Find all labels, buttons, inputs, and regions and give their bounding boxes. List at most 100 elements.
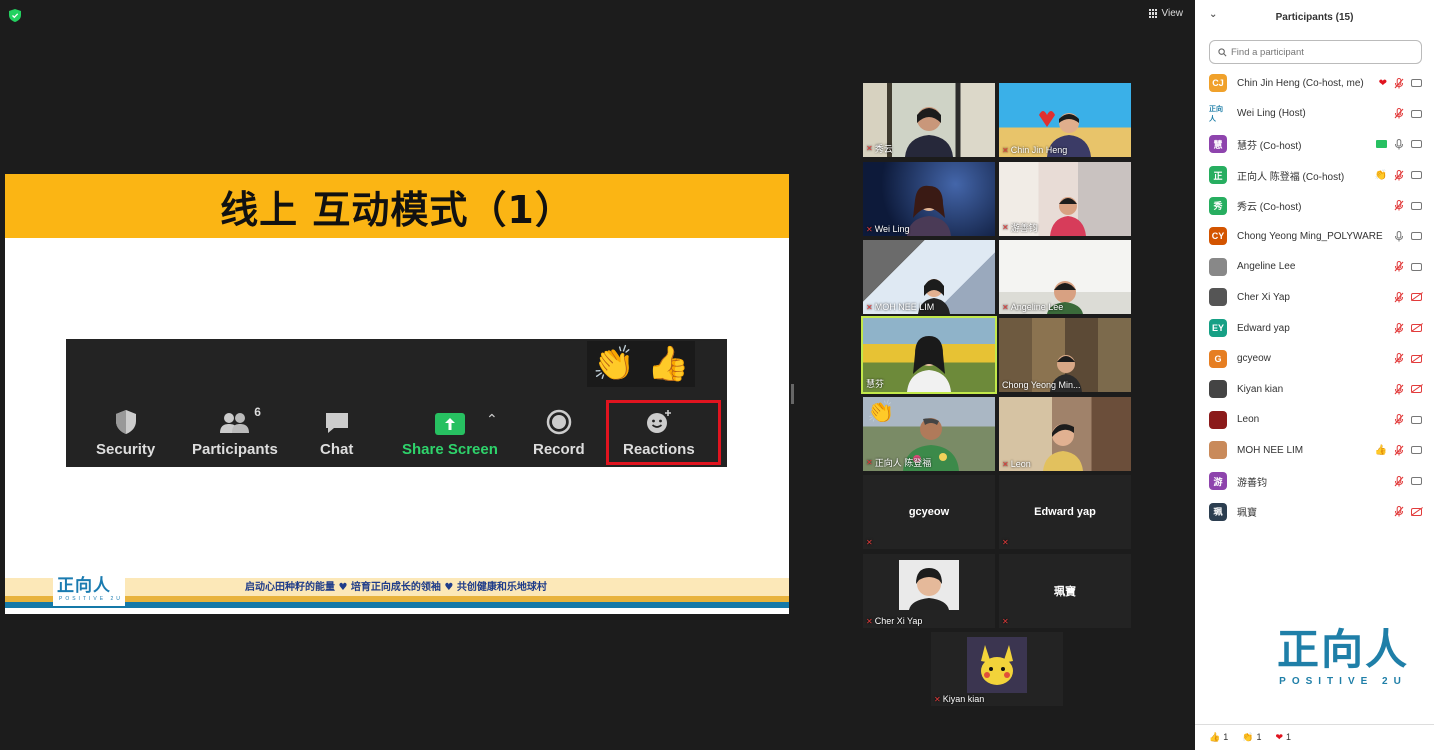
meeting-area: View 线上 互动模式（1） 👏 👍 Security 6 Participa… [0,0,1195,750]
view-button[interactable]: View [1148,8,1183,19]
reaction-count: ❤ 1 [1275,732,1291,743]
participant-name: 游善钧 [1237,477,1267,489]
video-tile[interactable]: ✕ Wei Ling [863,162,995,236]
camera-off-icon[interactable] [1411,385,1422,394]
video-tile-camera-off[interactable]: gcyeow ✕ [863,475,995,549]
muted-mic-icon: ✕ [1002,617,1009,626]
camera-icon[interactable] [1411,109,1422,118]
mic-muted-icon[interactable] [1394,444,1404,456]
video-name: 慧芬 [866,379,885,389]
video-tile-profile-photo[interactable]: ✕ Kiyan kian [931,632,1063,706]
mic-muted-icon[interactable] [1394,108,1404,119]
video-tile-camera-off[interactable]: 珮寶 ✕ [999,554,1131,628]
mic-muted-icon[interactable] [1394,353,1404,364]
video-tile[interactable]: ✕ Leon [999,397,1131,471]
camera-icon[interactable] [1411,171,1422,180]
participant-row[interactable]: Leon [1195,405,1434,436]
video-tile[interactable]: ✕ Angeline Lee [999,240,1131,314]
camera-off-icon[interactable] [1411,324,1422,333]
video-tile-profile-photo[interactable]: ✕ Cher Xi Yap [863,554,995,628]
participant-name: Chin Jin Heng (Co-host, me) [1237,77,1364,89]
camera-icon[interactable] [1411,262,1422,271]
video-tile[interactable]: ✕ Chin Jin Heng [999,83,1131,157]
video-name: 正向人 陈登福 [874,458,932,468]
participant-search-box[interactable] [1209,40,1422,64]
participant-row[interactable]: Ggcyeow [1195,343,1434,374]
camera-off-icon[interactable] [1411,293,1422,302]
security-label: Security [96,441,156,458]
video-tile[interactable]: ✕ 秀云 [863,83,995,157]
participant-row[interactable]: 正向人 Wei Ling (Host) [1195,99,1434,130]
camera-icon[interactable] [1411,446,1422,455]
mic-icon[interactable] [1394,138,1404,150]
video-tile-camera-off[interactable]: Edward yap ✕ [999,475,1131,549]
participant-avatar: CJ [1209,74,1227,93]
mic-muted-icon[interactable] [1394,383,1404,395]
participant-row[interactable]: 正正向人 陈登福 (Co-host) 👏 [1195,160,1434,191]
video-tile[interactable]: ✕ 游善钧 [999,162,1131,236]
video-tile[interactable]: ✕ MOH NEE LIM [863,240,995,314]
mic-muted-icon[interactable] [1394,414,1404,425]
camera-icon[interactable] [1411,477,1422,486]
mic-muted-icon[interactable] [1394,200,1404,211]
video-center-name: gcyeow [908,506,950,518]
participant-row[interactable]: Cher Xi Yap [1195,282,1434,313]
muted-mic-icon: ✕ [866,538,873,547]
video-tile[interactable]: Chong Yeong Min... [999,318,1131,392]
mic-muted-icon[interactable] [1394,261,1404,272]
reaction-emoji-popup: 👏 👍 [587,341,695,387]
mic-icon[interactable] [1394,230,1404,242]
video-name: MOH NEE LIM [874,302,935,312]
participant-row[interactable]: MOH NEE LIM 👍 [1195,435,1434,466]
video-tile[interactable]: 👏 ✕ 正向人 陈登福 [863,397,995,471]
participant-row[interactable]: CY Chong Yeong Ming_POLYWARE [1195,221,1434,252]
participant-row[interactable]: Kiyan kian [1195,374,1434,405]
camera-off-icon[interactable] [1411,354,1422,363]
participant-status-icons [1394,383,1422,395]
search-input[interactable] [1231,46,1411,58]
participant-avatar: 慧 [1209,135,1227,154]
camera-icon[interactable] [1411,415,1422,424]
mic-muted-icon[interactable] [1394,322,1404,334]
camera-off-icon[interactable] [1411,507,1422,516]
camera-icon[interactable] [1411,79,1422,88]
reaction-count: 👍 1 [1209,732,1228,743]
video-name-tag: ✕ Kiyan kian [934,694,984,704]
participant-status-icons [1394,230,1422,242]
mic-muted-icon[interactable] [1394,291,1404,303]
participant-status-icons [1394,506,1422,517]
video-name-tag: ✕ 游善钧 [1002,221,1038,234]
participant-row[interactable]: 珮珮寶 [1195,496,1434,527]
participant-avatar: 秀 [1209,196,1227,215]
participant-avatar: 珮 [1209,502,1227,521]
participant-avatar [1209,288,1227,307]
participant-row[interactable]: CJ Chin Jin Heng (Co-host, me) ❤ [1195,68,1434,99]
video-name-tag: ✕ [866,538,873,547]
participant-row[interactable]: 慧慧芬 (Co-host) [1195,129,1434,160]
mic-muted-icon[interactable] [1394,506,1404,517]
participant-status-icons [1394,475,1422,487]
muted-mic-icon: ✕ [934,694,941,704]
participant-row[interactable]: 秀秀云 (Co-host) [1195,190,1434,221]
participant-row[interactable]: 游游善钧 [1195,466,1434,497]
person-silhouette [905,107,953,157]
camera-icon[interactable] [1411,140,1422,149]
toolbar-share-screen: Share Screen [402,405,498,458]
mic-muted-icon[interactable] [1394,77,1404,89]
video-tile-active-speaker[interactable]: 慧芬 [861,316,997,394]
muted-mic-icon: ✕ [866,144,873,153]
mic-muted-icon[interactable] [1394,475,1404,487]
participant-name: Wei Ling (Host) [1237,108,1306,120]
muted-mic-icon: ✕ [1002,302,1009,312]
participant-row[interactable]: EY Edward yap [1195,313,1434,344]
camera-icon[interactable] [1411,232,1422,241]
camera-icon[interactable] [1411,201,1422,210]
participant-row[interactable]: Angeline Lee [1195,252,1434,283]
splitter-handle[interactable] [791,384,794,404]
participant-status-icons [1394,353,1422,364]
encryption-shield-icon[interactable] [9,9,21,22]
chevron-down-icon[interactable]: ⌄ [1209,9,1217,20]
chat-bubble-icon [325,413,348,433]
mic-muted-icon[interactable] [1394,169,1404,181]
slide-footer: 正向人 POSITIVE 2U 启动心田种籽的能量 ♥ 培育正向成长的领袖 ♥ … [5,574,789,614]
